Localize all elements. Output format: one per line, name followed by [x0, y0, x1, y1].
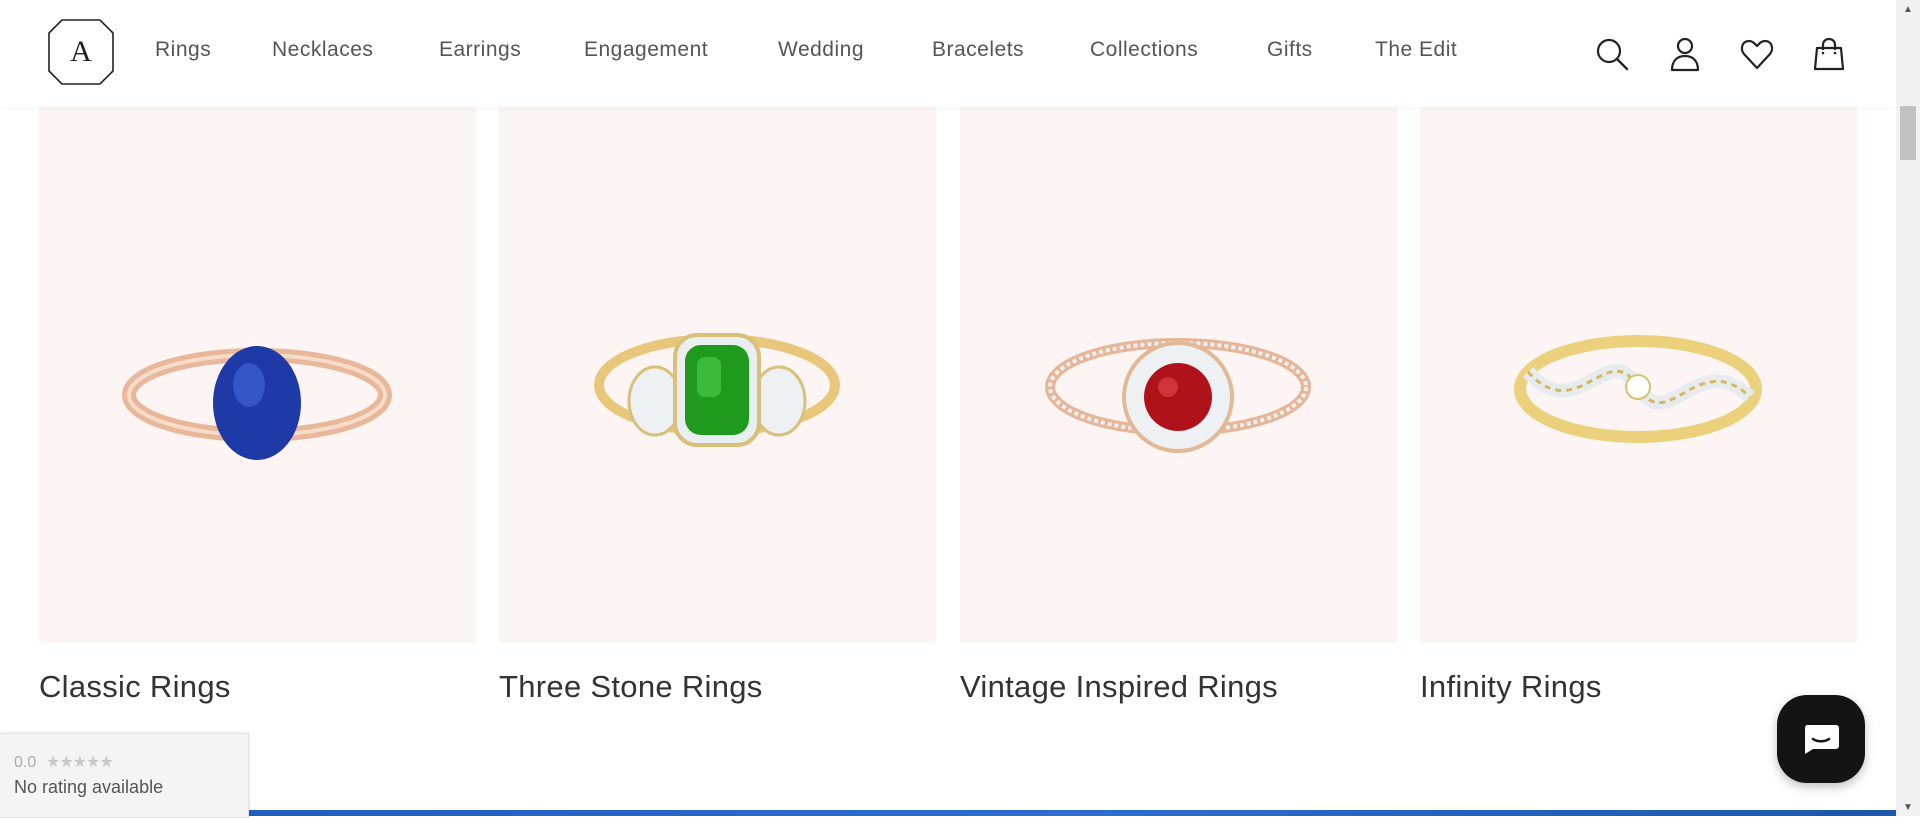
- scroll-up-arrow-icon[interactable]: ▲: [1896, 0, 1920, 18]
- brand-logo[interactable]: A: [48, 19, 114, 85]
- infinity-ring-image: [1514, 335, 1762, 443]
- rating-stars-icon: ★★★★★: [46, 754, 114, 771]
- wishlist-heart-icon[interactable]: [1739, 36, 1775, 72]
- rating-widget[interactable]: 0.0 ★★★★★ No rating available: [0, 733, 249, 818]
- nav-item-gifts[interactable]: Gifts: [1267, 38, 1313, 62]
- rating-text: No rating available: [14, 777, 164, 797]
- nav-item-rings[interactable]: Rings: [155, 38, 211, 62]
- product-image[interactable]: [499, 107, 936, 643]
- rating-score: 0.0: [14, 754, 37, 771]
- nav-item-necklaces[interactable]: Necklaces: [272, 38, 373, 62]
- shopping-bag-icon[interactable]: [1811, 36, 1847, 72]
- site-header: A Rings Necklaces Earrings Engagement We…: [0, 0, 1896, 107]
- nav-item-the-edit[interactable]: The Edit: [1375, 38, 1457, 62]
- product-image[interactable]: [39, 107, 476, 643]
- three-stone-ring-image: [594, 333, 840, 447]
- scroll-thumb[interactable]: [1900, 106, 1916, 160]
- search-icon[interactable]: [1594, 36, 1630, 72]
- account-icon[interactable]: [1667, 36, 1703, 72]
- product-image[interactable]: [1420, 107, 1857, 643]
- nav-item-engagement[interactable]: Engagement: [584, 38, 708, 62]
- scroll-down-arrow-icon[interactable]: ▼: [1896, 798, 1920, 816]
- nav-item-bracelets[interactable]: Bracelets: [932, 38, 1024, 62]
- classic-ring-image: [122, 346, 392, 460]
- logo-letter: A: [70, 35, 92, 68]
- vintage-ring-image: [1045, 338, 1311, 453]
- nav-item-earrings[interactable]: Earrings: [439, 38, 521, 62]
- chat-button[interactable]: [1777, 695, 1865, 783]
- product-title[interactable]: Classic Rings: [39, 669, 231, 705]
- nav-item-collections[interactable]: Collections: [1090, 38, 1198, 62]
- product-title[interactable]: Vintage Inspired Rings: [960, 669, 1278, 705]
- product-title[interactable]: Infinity Rings: [1420, 669, 1602, 705]
- product-image[interactable]: [960, 107, 1397, 643]
- chat-bubble-icon: [1805, 725, 1839, 754]
- page-scrollbar[interactable]: ▲ ▼: [1896, 0, 1920, 816]
- bottom-banner-strip: [248, 810, 1896, 816]
- product-title[interactable]: Three Stone Rings: [499, 669, 763, 705]
- nav-item-wedding[interactable]: Wedding: [778, 38, 864, 62]
